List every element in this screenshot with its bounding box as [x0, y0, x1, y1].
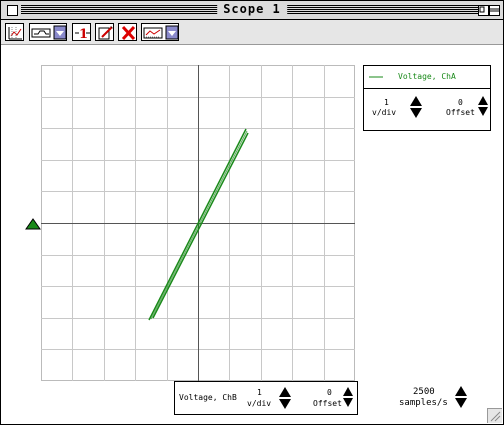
scope-window: Scope 1 1 Voltage, ChA 1 v/div 0 Offset …	[0, 0, 504, 425]
x-offset-label: Offset	[313, 399, 342, 408]
y-vdiv-down-arrow-icon[interactable]	[410, 108, 422, 118]
x-channel-panel: Voltage, ChB 1 v/div 0 Offset	[174, 381, 358, 415]
waveform-dropdown-icon[interactable]	[29, 23, 67, 41]
sample-rate-down-arrow-icon[interactable]	[455, 398, 467, 408]
svg-text:1: 1	[79, 27, 88, 42]
x-vdiv-down-arrow-icon[interactable]	[279, 399, 291, 409]
zoom-box-icon[interactable]	[478, 5, 489, 16]
y-vdiv-up-arrow-icon[interactable]	[410, 96, 422, 106]
x-offset-up-arrow-icon[interactable]	[343, 387, 353, 397]
sample-rate-control: 2500 samples/s	[391, 383, 481, 415]
x-vdiv-unit: v/div	[247, 399, 272, 408]
panel-divider	[364, 88, 490, 89]
toolbar: 1	[1, 20, 503, 45]
channel-legend-label: Voltage, ChA	[398, 72, 456, 81]
title-bar[interactable]: Scope 1	[1, 1, 503, 20]
display-grid-icon[interactable]	[5, 23, 24, 41]
x-offset-down-arrow-icon[interactable]	[343, 398, 353, 408]
resize-grip-icon[interactable]	[487, 408, 502, 423]
y-vdiv-unit: v/div	[372, 108, 397, 117]
y-offset-up-arrow-icon[interactable]	[478, 96, 488, 106]
collapse-box-icon[interactable]	[489, 5, 500, 16]
delete-x-icon[interactable]	[118, 23, 137, 41]
x-channel-label: Voltage, ChB	[179, 393, 237, 402]
sample-rate-unit: samples/s	[399, 398, 448, 408]
channel-panel: Voltage, ChA 1 v/div 0 Offset	[363, 65, 491, 131]
trigger-1-icon[interactable]: 1	[72, 23, 91, 42]
y-offset-label: Offset	[446, 108, 475, 117]
legend-line-icon	[369, 76, 383, 78]
x-offset-value: 0	[327, 388, 332, 397]
window-title: Scope 1	[217, 2, 287, 16]
data-source-dropdown-icon[interactable]	[141, 23, 179, 41]
y-offset-down-arrow-icon[interactable]	[478, 107, 488, 117]
x-vdiv-value: 1	[257, 388, 262, 397]
y-offset-marker-icon[interactable]	[25, 218, 41, 230]
y-vdiv-value: 1	[384, 98, 389, 107]
sample-rate-value: 2500	[413, 387, 435, 397]
sample-rate-up-arrow-icon[interactable]	[455, 386, 467, 396]
close-box-icon[interactable]	[7, 5, 18, 16]
edit-icon[interactable]	[95, 23, 114, 41]
y-offset-value: 0	[458, 98, 463, 107]
x-vdiv-up-arrow-icon[interactable]	[279, 387, 291, 397]
scope-content: Voltage, ChA 1 v/div 0 Offset Voltage, C…	[1, 45, 503, 424]
scope-plot[interactable]	[41, 65, 355, 381]
